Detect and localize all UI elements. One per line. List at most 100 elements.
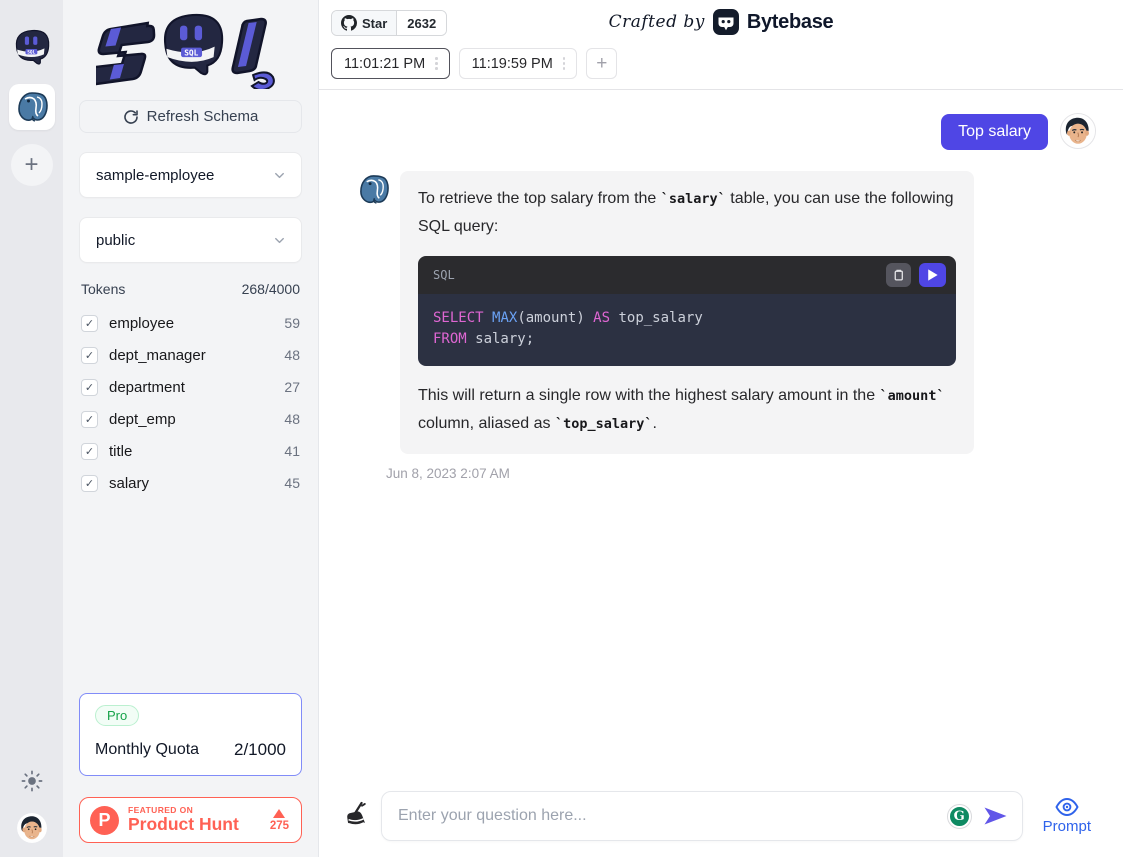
database-select-value: sample-employee bbox=[96, 167, 214, 184]
code-line-2: FROM salary; bbox=[433, 329, 941, 350]
monthly-quota-value: 2/1000 bbox=[234, 740, 286, 760]
postgresql-avatar-icon bbox=[357, 173, 390, 206]
checkbox-checked[interactable]: ✓ bbox=[81, 411, 98, 428]
add-connection-button[interactable]: + bbox=[11, 144, 53, 186]
token-row-department: ✓ department 27 bbox=[79, 371, 302, 403]
token-count: 41 bbox=[284, 443, 300, 459]
table-name: salary bbox=[109, 475, 284, 492]
connection-postgres-item[interactable] bbox=[9, 84, 55, 130]
sun-icon bbox=[21, 770, 43, 792]
product-hunt-upvotes: 275 bbox=[270, 809, 289, 832]
token-count: 27 bbox=[284, 379, 300, 395]
assistant-message-row: To retrieve the top salary from the `sal… bbox=[343, 171, 1099, 454]
clipboard-icon bbox=[892, 268, 905, 282]
table-name: employee bbox=[109, 315, 284, 332]
tab-conversation-1[interactable]: 11:01:21 PM bbox=[331, 48, 450, 79]
tab-label: 11:19:59 PM bbox=[472, 56, 553, 72]
tab-conversation-2[interactable]: 11:19:59 PM bbox=[459, 48, 578, 79]
token-row-title: ✓ title 41 bbox=[79, 435, 302, 467]
plus-icon: + bbox=[24, 151, 38, 179]
code-line-1: SELECT MAX(amount) AS top_salary bbox=[433, 308, 941, 329]
eye-icon bbox=[1055, 797, 1079, 817]
quota-card: Pro Monthly Quota 2/1000 bbox=[79, 693, 302, 776]
user-avatar-icon bbox=[1061, 114, 1095, 148]
crafted-by-text: Crafted by bbox=[609, 12, 705, 32]
schema-select[interactable]: public bbox=[79, 217, 302, 263]
refresh-schema-button[interactable]: Refresh Schema bbox=[79, 100, 302, 133]
product-hunt-logo-icon: P bbox=[90, 806, 119, 835]
database-select[interactable]: sample-employee bbox=[79, 152, 302, 198]
chat-scroll-area[interactable]: Top salary To retrieve the top salary fr… bbox=[319, 90, 1123, 791]
tab-menu-icon[interactable] bbox=[432, 55, 441, 72]
postgresql-icon bbox=[14, 90, 50, 124]
token-row-dept-manager: ✓ dept_manager 48 bbox=[79, 339, 302, 371]
question-input-container: G bbox=[381, 791, 1023, 841]
sqlchat-rail-icon[interactable] bbox=[9, 26, 55, 72]
table-name: title bbox=[109, 443, 284, 460]
github-star-count: 2632 bbox=[397, 11, 446, 35]
bytebase-brand-name: Bytebase bbox=[747, 11, 834, 34]
inline-code-amount: `amount` bbox=[880, 388, 945, 404]
table-name: department bbox=[109, 379, 284, 396]
tab-label: 11:01:21 PM bbox=[344, 56, 425, 72]
grammarly-icon[interactable]: G bbox=[948, 805, 971, 828]
sql-code-block: SQL bbox=[418, 256, 956, 366]
sidebar: Refresh Schema sample-employee public To… bbox=[63, 0, 319, 857]
assistant-message-bubble: To retrieve the top salary from the `sal… bbox=[400, 171, 974, 454]
chevron-down-icon bbox=[272, 168, 287, 183]
product-hunt-badge[interactable]: P FEATURED ON Product Hunt 275 bbox=[79, 797, 302, 843]
checkbox-checked[interactable]: ✓ bbox=[81, 475, 98, 492]
composer-bar: G Prompt bbox=[319, 791, 1123, 857]
user-message-row: Top salary bbox=[343, 113, 1099, 150]
upvote-count: 275 bbox=[270, 820, 289, 832]
token-count: 59 bbox=[284, 315, 300, 331]
checkbox-checked[interactable]: ✓ bbox=[81, 315, 98, 332]
code-block-body: SELECT MAX(amount) AS top_salaryFROM sal… bbox=[418, 294, 956, 366]
sqlchat-logo bbox=[79, 10, 302, 92]
assistant-paragraph-1: To retrieve the top salary from the `sal… bbox=[418, 185, 956, 241]
product-hunt-name: Product Hunt bbox=[128, 815, 261, 833]
token-row-employee: ✓ employee 59 bbox=[79, 307, 302, 339]
token-count: 48 bbox=[284, 347, 300, 363]
token-row-dept-emp: ✓ dept_emp 48 bbox=[79, 403, 302, 435]
github-star-button[interactable]: Star 2632 bbox=[331, 10, 447, 36]
inline-code-salary: `salary` bbox=[661, 191, 726, 207]
refresh-icon bbox=[123, 109, 139, 125]
message-timestamp: Jun 8, 2023 2:07 AM bbox=[386, 466, 1099, 481]
copy-code-button[interactable] bbox=[886, 263, 911, 287]
tab-menu-icon[interactable] bbox=[560, 55, 569, 72]
prompt-button[interactable]: Prompt bbox=[1033, 797, 1105, 835]
token-count: 48 bbox=[284, 411, 300, 427]
clear-conversation-broom-icon[interactable] bbox=[343, 801, 369, 831]
send-button[interactable] bbox=[981, 803, 1010, 829]
plus-icon: + bbox=[596, 53, 607, 75]
theme-toggle-button[interactable] bbox=[21, 770, 43, 797]
new-conversation-button[interactable]: + bbox=[586, 48, 617, 79]
github-icon bbox=[341, 15, 357, 31]
prompt-button-label: Prompt bbox=[1043, 818, 1091, 835]
checkbox-checked[interactable]: ✓ bbox=[81, 443, 98, 460]
table-name: dept_emp bbox=[109, 411, 284, 428]
monthly-quota-label: Monthly Quota bbox=[95, 741, 199, 759]
token-table-list: ✓ employee 59 ✓ dept_manager 48 ✓ depart… bbox=[79, 307, 302, 499]
tokens-header: Tokens 268/4000 bbox=[81, 281, 300, 297]
upvote-triangle-icon bbox=[273, 809, 285, 818]
table-name: dept_manager bbox=[109, 347, 284, 364]
user-profile-avatar[interactable] bbox=[17, 813, 47, 843]
user-chat-avatar bbox=[1060, 113, 1096, 149]
assistant-paragraph-2: This will return a single row with the h… bbox=[418, 382, 956, 438]
question-input[interactable] bbox=[398, 807, 938, 825]
tokens-usage: 268/4000 bbox=[242, 281, 300, 297]
tokens-label: Tokens bbox=[81, 281, 125, 297]
main-area: Star 2632 Crafted by Bytebase 11:01:21 P… bbox=[319, 0, 1123, 857]
play-icon bbox=[927, 269, 938, 281]
code-language-label: SQL bbox=[433, 261, 455, 289]
top-bar: Star 2632 Crafted by Bytebase bbox=[319, 0, 1123, 44]
run-query-button[interactable] bbox=[919, 263, 946, 287]
token-count: 45 bbox=[284, 475, 300, 491]
refresh-schema-label: Refresh Schema bbox=[147, 108, 259, 125]
checkbox-checked[interactable]: ✓ bbox=[81, 347, 98, 364]
chevron-down-icon bbox=[272, 233, 287, 248]
checkbox-checked[interactable]: ✓ bbox=[81, 379, 98, 396]
schema-select-value: public bbox=[96, 232, 135, 249]
